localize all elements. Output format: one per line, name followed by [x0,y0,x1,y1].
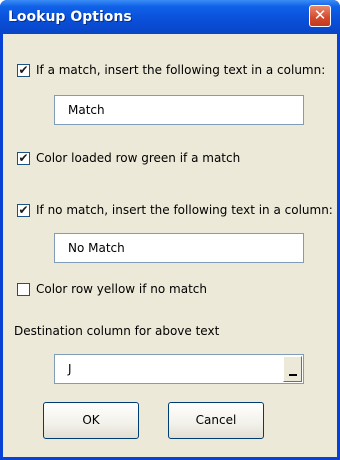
window-title: Lookup Options [8,9,132,25]
destination-column-input[interactable]: J [54,354,304,384]
color-green-option[interactable]: ✔ Color loaded row green if a match [17,151,257,168]
nomatch-insert-checkbox[interactable]: ✔ [17,204,30,217]
title-bar[interactable]: Lookup Options ✕ [0,0,340,34]
cancel-button[interactable]: Cancel [168,402,264,439]
color-green-checkbox[interactable]: ✔ [17,152,30,165]
match-insert-option[interactable]: ✔ If a match, insert the following text … [17,63,337,80]
dialog-body: ✔ If a match, insert the following text … [3,34,337,457]
color-yellow-option[interactable]: Color row yellow if no match [17,282,237,299]
range-select-button[interactable] [283,356,302,382]
color-yellow-checkbox[interactable] [17,283,30,296]
nomatch-text-input[interactable]: No Match [54,233,304,263]
color-green-label: Color loaded row green if a match [36,151,241,165]
ok-button[interactable]: OK [43,402,139,439]
match-insert-checkbox[interactable]: ✔ [17,64,30,77]
match-text-input[interactable]: Match [54,95,304,125]
dialog-window: Lookup Options ✕ ✔ If a match, insert th… [0,0,340,460]
destination-column-value: J [68,362,72,376]
nomatch-insert-label: If no match, insert the following text i… [36,203,333,217]
collapse-icon [289,374,297,376]
nomatch-insert-option[interactable]: ✔ If no match, insert the following text… [17,203,337,220]
match-insert-label: If a match, insert the following text in… [36,63,326,77]
destination-label: Destination column for above text [14,324,220,338]
close-icon[interactable]: ✕ [309,5,331,27]
color-yellow-label: Color row yellow if no match [36,282,207,296]
